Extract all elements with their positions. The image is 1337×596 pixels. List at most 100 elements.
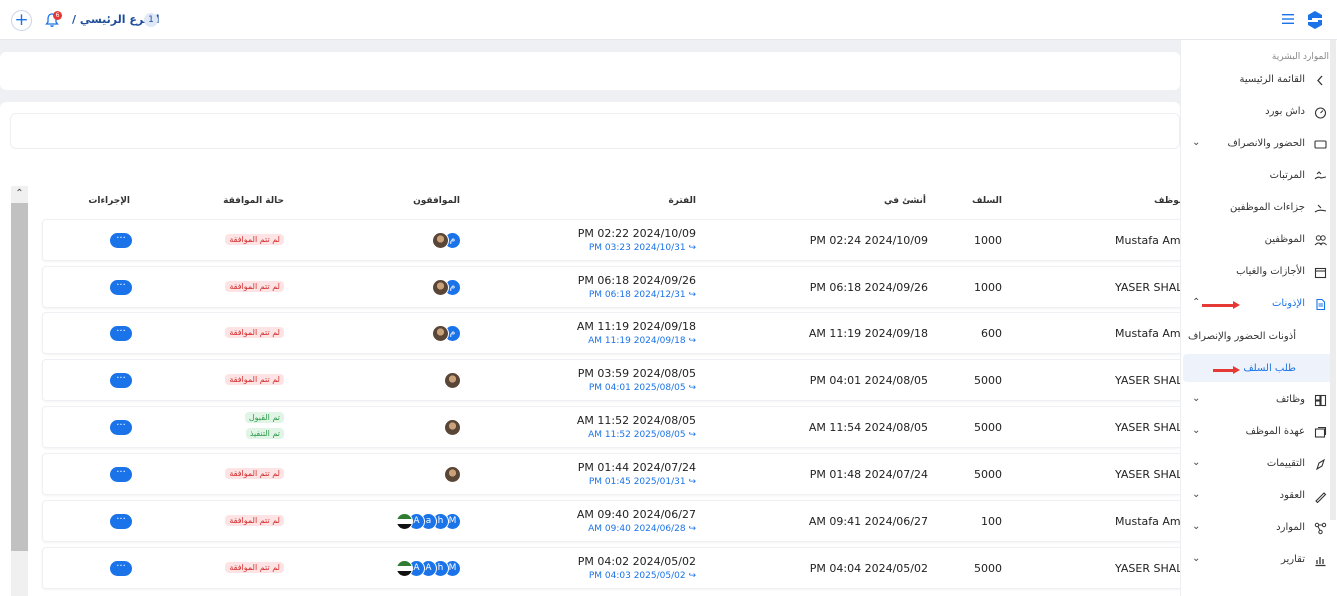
- chevron-down-icon[interactable]: ⌄: [1192, 425, 1200, 436]
- period-end: PM 06:18 2024/12/31 ↪: [588, 290, 696, 300]
- sidebar-item[interactable]: التقييمات ⌄: [1180, 453, 1335, 477]
- row-actions-button[interactable]: ···: [110, 233, 132, 248]
- approver-photo-avatar[interactable]: [444, 372, 461, 389]
- row-actions-button[interactable]: ···: [110, 420, 132, 435]
- sidebar-item-label: التقييمات: [1266, 458, 1305, 469]
- period-end: AM 11:19 2024/09/18 ↪: [588, 336, 696, 346]
- row-actions-button[interactable]: ···: [110, 326, 132, 341]
- table-row[interactable]: ··· لم تتم الموافقة PM 03:59 2024/08/05 PM …: [42, 359, 1190, 401]
- scroll-up-icon[interactable]: ⌃: [11, 186, 28, 202]
- sidebar-item[interactable]: داش بورد: [1180, 101, 1335, 125]
- chevron-down-icon[interactable]: ⌄: [1192, 521, 1200, 532]
- period-start: AM 09:40 2024/06/27: [576, 508, 696, 521]
- row-actions-button[interactable]: ···: [110, 561, 132, 576]
- annotation-arrow-permissions: [1202, 301, 1240, 309]
- period-start: PM 04:02 2024/05/02: [577, 555, 696, 568]
- chevron-left-icon: [1317, 75, 1323, 86]
- dashboard-icon: [1314, 107, 1327, 119]
- add-icon[interactable]: +: [11, 10, 32, 31]
- sidebar-item-label: تقارير: [1280, 554, 1305, 565]
- approver-photo-avatar[interactable]: [432, 325, 449, 342]
- sidebar-subitem[interactable]: أذونات الحضور والإنصراف: [1188, 331, 1296, 342]
- sidebar-item-label: جزاءات الموظفين: [1230, 202, 1305, 213]
- sidebar-item[interactable]: العقود ⌄: [1180, 485, 1335, 509]
- sidebar-item[interactable]: الأجازات والغياب: [1180, 261, 1335, 285]
- period-end: PM 01:45 2025/01/31 ↪: [588, 477, 696, 487]
- table-row[interactable]: ··· تم القبول تم التنفيذ AM 11:52 2024/08/0…: [42, 406, 1190, 448]
- sidebar-item-label: الموظفين: [1264, 234, 1305, 245]
- ticket-icon: [1314, 140, 1327, 149]
- row-actions-button[interactable]: ···: [110, 373, 132, 388]
- penalty-icon: [1314, 204, 1327, 213]
- sidebar-item[interactable]: تقارير ⌄: [1180, 549, 1335, 573]
- rating-icon: [1316, 458, 1325, 471]
- header-approvers: الموافقون: [413, 196, 460, 206]
- table-row[interactable]: ··· لم تتم الموافقة م PM 06:18 2024/09/26 PM…: [42, 266, 1190, 308]
- table-scrollbar-thumb[interactable]: [11, 203, 28, 551]
- approver-flag-avatar[interactable]: [396, 513, 413, 530]
- document-icon: [1316, 298, 1326, 311]
- annotation-arrow-advance-request: [1213, 366, 1240, 374]
- chevron-down-icon[interactable]: ⌄: [1192, 489, 1200, 500]
- period-end: PM 04:01 2025/08/05 ↪: [588, 383, 696, 393]
- header-created: أنشئ في: [883, 196, 926, 206]
- sidebar-scrollbar[interactable]: [1330, 40, 1336, 520]
- info-panel: [0, 52, 1180, 90]
- created-at: PM 02:24 2024/10/09: [809, 234, 928, 247]
- chevron-down-icon[interactable]: ⌄: [1192, 457, 1200, 468]
- filter-box[interactable]: [10, 113, 1180, 149]
- chevron-down-icon[interactable]: ⌄: [1192, 553, 1200, 564]
- sidebar-item[interactable]: الموظفين: [1180, 229, 1335, 253]
- table-row[interactable]: ··· لم تتم الموافقة PM 01:44 2024/07/24 PM …: [42, 453, 1190, 495]
- sidebar-item-label: المرتبات: [1269, 170, 1305, 181]
- sidebar-item-label: الإذونات: [1271, 298, 1305, 309]
- table-row[interactable]: ··· لم تتم الموافقة م AM 11:19 2024/09/18 AM…: [42, 312, 1181, 354]
- header-status: حالة الموافقة: [223, 196, 284, 206]
- sidebar-item[interactable]: الموارد ⌄: [1180, 517, 1335, 541]
- sidebar-item-label: الموارد: [1276, 522, 1305, 533]
- table-row[interactable]: ··· لم تتم الموافقة Mh a A AM 09:40 2024/06/2…: [42, 500, 1181, 542]
- app-logo-icon[interactable]: [1304, 9, 1326, 31]
- approver-photo-avatar[interactable]: [432, 279, 449, 296]
- chevron-up-icon[interactable]: ⌃: [1192, 297, 1200, 308]
- sidebar-item[interactable]: الحضور والانصراف ⌄: [1180, 133, 1335, 157]
- contract-icon: [1315, 492, 1327, 503]
- sidebar-item-label: وظائف: [1276, 394, 1305, 405]
- period-start: AM 11:19 2024/09/18: [576, 320, 696, 333]
- status-badge: تم التنفيذ: [245, 428, 284, 439]
- row-actions-button[interactable]: ···: [110, 280, 132, 295]
- approver-photo-avatar[interactable]: [444, 466, 461, 483]
- chevron-down-icon[interactable]: ⌄: [1192, 137, 1200, 148]
- chevron-down-icon[interactable]: ⌄: [1192, 393, 1200, 404]
- employee-name: YASER SHALA: [1115, 421, 1191, 434]
- status-badge: لم تتم الموافقة: [225, 281, 284, 292]
- advance-amount: 5000: [974, 421, 1002, 434]
- sidebar-item[interactable]: وظائف ⌄: [1180, 389, 1335, 413]
- row-actions-button[interactable]: ···: [110, 467, 132, 482]
- table-row[interactable]: ··· لم تتم الموافقة م PM 02:22 2024/10/09 PM…: [42, 219, 1181, 261]
- advance-amount: 5000: [974, 374, 1002, 387]
- sidebar-item[interactable]: القائمة الرئيسية: [1180, 69, 1335, 93]
- hamburger-menu-icon[interactable]: [1281, 13, 1295, 25]
- sidebar-item[interactable]: جزاءات الموظفين: [1180, 197, 1335, 221]
- employee-name: Mustafa Am: [1115, 515, 1181, 528]
- created-at: AM 09:41 2024/06/27: [808, 515, 928, 528]
- period-start: PM 03:59 2024/08/05: [577, 367, 696, 380]
- table-row[interactable]: ··· لم تتم الموافقة Mh A A PM 04:02 2024/05/0…: [42, 547, 1190, 589]
- period-start: PM 01:44 2024/07/24: [577, 461, 696, 474]
- period-end: PM 03:23 2024/10/31 ↪: [588, 243, 696, 253]
- sidebar-item[interactable]: عهدة الموظف ⌄: [1180, 421, 1335, 445]
- row-actions-button[interactable]: ···: [110, 514, 132, 529]
- approver-photo-avatar[interactable]: [444, 419, 461, 436]
- branch-number-badge: 1: [144, 13, 158, 27]
- approver-photo-avatar[interactable]: [432, 232, 449, 249]
- sidebar-item-label: العقود: [1279, 490, 1305, 501]
- sidebar-item[interactable]: المرتبات: [1180, 165, 1335, 189]
- advance-amount: 600: [981, 327, 1002, 340]
- sidebar-item-label: الحضور والانصراف: [1227, 138, 1305, 149]
- approver-flag-avatar[interactable]: [396, 560, 413, 577]
- sidebar-item-label: عهدة الموظف: [1245, 426, 1305, 437]
- sidebar-subitem[interactable]: طلب السلف: [1243, 363, 1296, 374]
- employee-name: Mustafa Am: [1115, 234, 1181, 247]
- created-at: PM 04:01 2024/08/05: [809, 374, 928, 387]
